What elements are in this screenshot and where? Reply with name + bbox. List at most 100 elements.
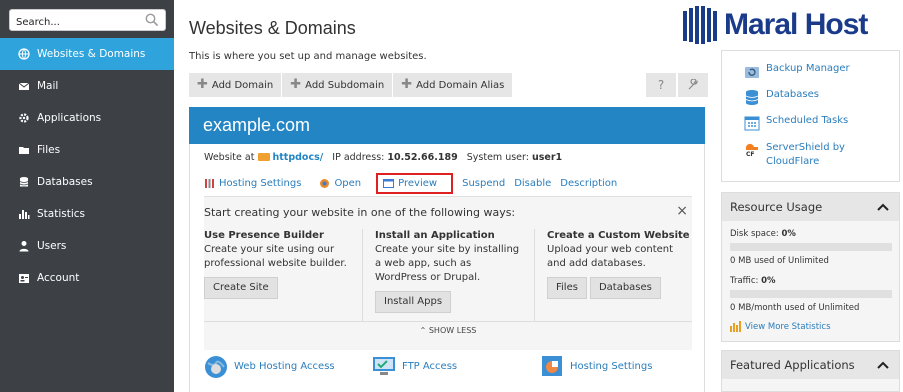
close-icon[interactable]: × — [676, 203, 688, 219]
sidebar-item-label: Users — [37, 240, 67, 252]
divider — [204, 321, 692, 322]
account-icon — [18, 272, 30, 284]
view-more-statistics-link[interactable]: View More Statistics — [730, 321, 831, 332]
bottom-hosting-settings-link[interactable]: Hosting Settings — [540, 353, 652, 379]
button-label: Add Domain — [211, 79, 274, 91]
featured-applications-header[interactable]: Featured Applications — [722, 351, 899, 379]
toolbar: ✚ Add Domain ✚ Add Subdomain ✚ Add Domain A… — [189, 73, 514, 97]
logo-icon — [683, 6, 717, 44]
description-link[interactable]: Description — [560, 178, 617, 189]
column-heading: Create a Custom Website — [547, 230, 690, 241]
plus-icon: ✚ — [290, 77, 302, 92]
wrench-button[interactable] — [678, 73, 708, 97]
files-icon — [18, 144, 30, 156]
preview-icon — [383, 179, 395, 188]
suspend-link[interactable]: Suspend — [462, 178, 505, 189]
button-label: Add Domain Alias — [416, 79, 505, 91]
start-panel: Start creating your website in one of th… — [204, 196, 692, 350]
logo-text: Maral Host — [724, 8, 868, 41]
sidebar-item-label: Applications — [37, 112, 102, 124]
link-label: Backup Manager — [766, 63, 850, 74]
search-icon[interactable] — [145, 12, 159, 31]
domain-name[interactable]: example.com — [203, 115, 310, 136]
sidebar-item-websites-domains[interactable]: Websites & Domains — [0, 38, 174, 70]
button-label: Add Subdomain — [305, 79, 385, 91]
chevron-up-icon[interactable] — [877, 361, 889, 369]
toolbar-tools: ? — [644, 73, 708, 97]
system-user-label: System user: — [466, 152, 529, 163]
database-icon — [745, 90, 759, 105]
disk-value: 0% — [781, 229, 796, 239]
help-icon: ? — [657, 78, 665, 92]
domain-card: Website at httpdocs/ IP address: 10.52.6… — [189, 144, 705, 392]
show-less-link[interactable]: ⌃ SHOW LESS — [204, 326, 692, 335]
search-box[interactable] — [9, 9, 166, 33]
sidebar-item-users[interactable]: Users — [0, 230, 174, 262]
ip-value: 10.52.66.189 — [387, 152, 458, 163]
add-domain-button[interactable]: ✚ Add Domain — [189, 73, 283, 97]
disk-space-row: Disk space: 0% — [730, 229, 796, 239]
wrench-icon — [688, 79, 698, 90]
traffic-label: Traffic: — [730, 276, 759, 286]
sidebar-item-account[interactable]: Account — [0, 262, 174, 294]
hosting-settings-link[interactable]: Hosting Settings — [204, 178, 310, 189]
sidebar-item-applications[interactable]: Applications — [0, 102, 174, 134]
help-button[interactable]: ? — [646, 73, 676, 97]
statistics-icon — [730, 321, 741, 332]
sidebar-item-mail[interactable]: Mail — [0, 70, 174, 102]
scheduled-tasks-link[interactable]: Scheduled Tasks — [744, 115, 848, 131]
action-label: Preview — [398, 178, 438, 189]
web-hosting-access-link[interactable]: Web Hosting Access — [204, 353, 335, 379]
hosting-settings-icon — [542, 356, 562, 376]
files-button[interactable]: Files — [547, 277, 587, 299]
sidebar-nav: Websites & Domains Mail Applications Fil… — [0, 38, 174, 294]
calendar-icon — [744, 116, 760, 131]
resource-usage-header[interactable]: Resource Usage — [722, 193, 899, 221]
link-label: ServerShield by CloudFlare — [766, 142, 845, 167]
custom-website-column: Create a Custom Website Upload your web … — [534, 229, 692, 321]
sidebar-item-statistics[interactable]: Statistics — [0, 198, 174, 230]
disable-link[interactable]: Disable — [514, 178, 551, 189]
sidebar-item-label: Mail — [37, 80, 59, 92]
resource-usage-panel: Resource Usage Disk space: 0% 0 MB used … — [721, 192, 900, 342]
gear-icon — [18, 112, 30, 124]
docroot-link[interactable]: httpdocs/ — [272, 152, 323, 163]
globe-icon — [18, 48, 30, 60]
link-label: Scheduled Tasks — [766, 115, 849, 126]
system-user-value: user1 — [532, 152, 563, 163]
page-subtitle: This is where you set up and manage webs… — [189, 51, 427, 62]
servershield-link[interactable]: CF ServerShield by CloudFlare — [744, 141, 864, 169]
add-subdomain-button[interactable]: ✚ Add Subdomain — [282, 73, 394, 97]
databases-button[interactable]: Databases — [589, 277, 661, 299]
action-label: Open — [334, 178, 362, 189]
disk-used-text: 0 MB used of Unlimited — [730, 256, 829, 266]
ftp-icon — [373, 357, 395, 375]
panel-title: Featured Applications — [730, 358, 855, 372]
ftp-access-link[interactable]: FTP Access — [372, 353, 457, 379]
sidebar-item-files[interactable]: Files — [0, 134, 174, 166]
sidebar-item-databases[interactable]: Databases — [0, 166, 174, 198]
column-heading: Use Presence Builder — [204, 230, 324, 241]
add-domain-alias-button[interactable]: ✚ Add Domain Alias — [393, 73, 514, 97]
chevron-up-icon[interactable] — [877, 203, 889, 211]
backup-manager-link[interactable]: Backup Manager — [744, 63, 850, 79]
column-text: Create your site by installing a web app… — [375, 244, 520, 283]
open-link[interactable]: Open — [319, 178, 370, 189]
start-title: Start creating your website in one of th… — [204, 206, 516, 219]
databases-link[interactable]: Databases — [744, 89, 819, 105]
create-site-button[interactable]: Create Site — [204, 277, 278, 299]
sidebar: Websites & Domains Mail Applications Fil… — [0, 0, 174, 392]
cloudflare-icon: CF — [745, 143, 758, 157]
backup-icon — [745, 67, 759, 78]
link-label: View More Statistics — [745, 321, 831, 332]
search-input[interactable] — [16, 12, 136, 33]
preview-link[interactable]: Preview — [376, 173, 454, 194]
brand-logo: Maral Host — [680, 3, 868, 47]
install-apps-button[interactable]: Install Apps — [375, 291, 452, 313]
disk-label: Disk space: — [730, 229, 779, 239]
user-icon — [18, 240, 30, 252]
link-label: Databases — [766, 89, 819, 100]
sidebar-item-label: Websites & Domains — [37, 48, 146, 60]
sidebar-item-label: Files — [37, 144, 61, 156]
link-label: Web Hosting Access — [234, 360, 335, 372]
